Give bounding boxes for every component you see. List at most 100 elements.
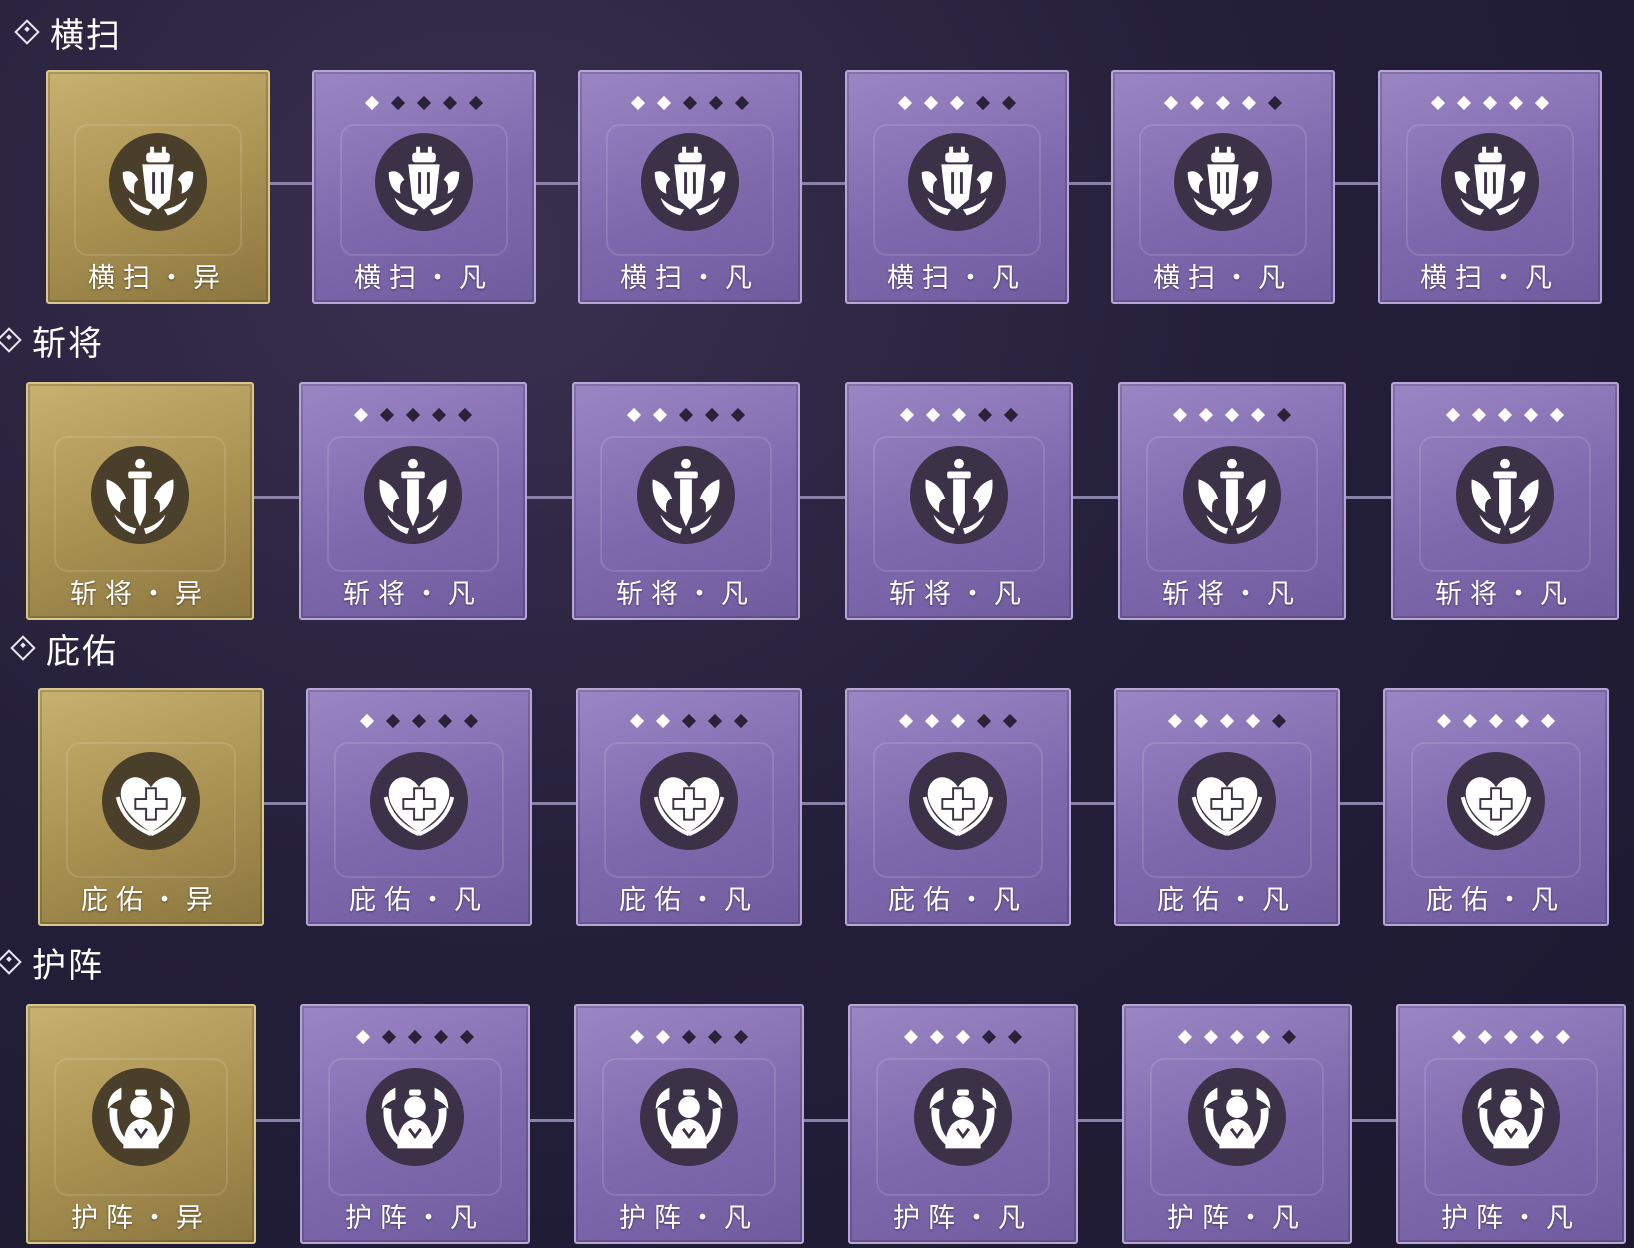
card-label: 庇佑・异 [81, 885, 221, 916]
skill-card-common[interactable]: 斩将・凡 [1118, 382, 1346, 620]
heart-cross-icon [102, 752, 200, 850]
skill-card-common[interactable]: 斩将・凡 [845, 382, 1073, 620]
filled-diamond-icon [1477, 1029, 1493, 1045]
skill-card-common[interactable]: 斩将・凡 [299, 382, 527, 620]
skill-card-common[interactable]: 横扫・凡 [845, 70, 1069, 304]
empty-diamond-icon [1271, 713, 1287, 729]
filled-diamond-icon [1540, 713, 1556, 729]
progression-connector [804, 1119, 848, 1122]
filled-diamond-icon [1167, 713, 1183, 729]
section-title: 庇佑 [10, 626, 118, 672]
sweep-helmet-icon [1174, 133, 1272, 231]
skill-card-common[interactable]: 横扫・凡 [1111, 70, 1335, 304]
star-level-pips [1380, 95, 1600, 111]
heart-cross-icon [640, 752, 738, 850]
empty-diamond-icon [704, 407, 720, 423]
skill-card-common[interactable]: 护阵・凡 [574, 1004, 804, 1244]
progression-connector [1078, 1119, 1122, 1122]
star-level-pips [850, 1029, 1076, 1045]
card-label: 横扫・凡 [1420, 263, 1560, 294]
filled-diamond-icon [353, 407, 369, 423]
filled-diamond-icon [1198, 407, 1214, 423]
star-level-pips [847, 407, 1071, 423]
empty-diamond-icon [976, 713, 992, 729]
filled-diamond-icon [1436, 713, 1452, 729]
progression-connector [1340, 802, 1383, 805]
progression-connector [270, 182, 312, 185]
progression-connector [1073, 496, 1118, 499]
section-title: 斩将 [0, 318, 104, 364]
sword-flame-icon [364, 446, 462, 544]
skill-card-rare[interactable]: 斩将・异 [26, 382, 254, 620]
filled-diamond-icon [1555, 1029, 1571, 1045]
empty-diamond-icon [459, 1029, 475, 1045]
filled-diamond-icon [1172, 407, 1188, 423]
empty-diamond-icon [379, 407, 395, 423]
filled-diamond-icon [359, 713, 375, 729]
empty-diamond-icon [433, 1029, 449, 1045]
empty-diamond-icon [431, 407, 447, 423]
skill-card-common[interactable]: 横扫・凡 [578, 70, 802, 304]
skill-card-common[interactable]: 斩将・凡 [572, 382, 800, 620]
sweep-helmet-icon [908, 133, 1006, 231]
filled-diamond-icon [1224, 407, 1240, 423]
filled-diamond-icon [951, 407, 967, 423]
skill-card-common[interactable]: 斩将・凡 [1391, 382, 1619, 620]
filled-diamond-icon [898, 713, 914, 729]
progression-connector [802, 802, 845, 805]
skill-card-common[interactable]: 横扫・凡 [1378, 70, 1602, 304]
star-level-pips [847, 713, 1069, 729]
card-label: 斩将・凡 [1162, 579, 1302, 610]
empty-diamond-icon [1276, 407, 1292, 423]
section-title-text: 斩将 [32, 323, 104, 364]
star-level-pips [1393, 407, 1617, 423]
guardian-figure-icon [1188, 1068, 1286, 1166]
filled-diamond-icon [655, 1029, 671, 1045]
card-label: 护阵・凡 [345, 1203, 485, 1234]
skill-card-common[interactable]: 庇佑・凡 [845, 688, 1071, 926]
skill-card-common[interactable]: 护阵・凡 [1122, 1004, 1352, 1244]
filled-diamond-icon [1456, 95, 1472, 111]
filled-diamond-icon [899, 407, 915, 423]
empty-diamond-icon [416, 95, 432, 111]
skill-card-common[interactable]: 庇佑・凡 [306, 688, 532, 926]
skill-card-rare[interactable]: 护阵・异 [26, 1004, 256, 1244]
progression-connector [1335, 182, 1378, 185]
filled-diamond-icon [364, 95, 380, 111]
filled-diamond-icon [1445, 407, 1461, 423]
card-label: 庇佑・凡 [1426, 885, 1566, 916]
star-level-pips [1116, 713, 1338, 729]
filled-diamond-icon [656, 95, 672, 111]
star-level-pips [1113, 95, 1333, 111]
skill-card-rare[interactable]: 庇佑・异 [38, 688, 264, 926]
filled-diamond-icon [897, 95, 913, 111]
filled-diamond-icon [1462, 713, 1478, 729]
skill-card-common[interactable]: 庇佑・凡 [1383, 688, 1609, 926]
skill-card-common[interactable]: 庇佑・凡 [576, 688, 802, 926]
filled-diamond-icon [1177, 1029, 1193, 1045]
empty-diamond-icon [405, 407, 421, 423]
diamond-bullet-icon [14, 19, 40, 45]
skill-card-common[interactable]: 横扫・凡 [312, 70, 536, 304]
filled-diamond-icon [1514, 713, 1530, 729]
filled-diamond-icon [1549, 407, 1565, 423]
skill-card-common[interactable]: 庇佑・凡 [1114, 688, 1340, 926]
star-level-pips [578, 713, 800, 729]
filled-diamond-icon [1482, 95, 1498, 111]
filled-diamond-icon [955, 1029, 971, 1045]
skill-card-rare[interactable]: 横扫・异 [46, 70, 270, 304]
star-level-pips [1398, 1029, 1624, 1045]
skill-card-common[interactable]: 护阵・凡 [1396, 1004, 1626, 1244]
progression-connector [256, 1119, 300, 1122]
card-label: 横扫・异 [88, 263, 228, 294]
card-label: 护阵・凡 [1167, 1203, 1307, 1234]
skill-card-common[interactable]: 护阵・凡 [300, 1004, 530, 1244]
filled-diamond-icon [630, 95, 646, 111]
filled-diamond-icon [925, 407, 941, 423]
filled-diamond-icon [1529, 1029, 1545, 1045]
filled-diamond-icon [1255, 1029, 1271, 1045]
filled-diamond-icon [1245, 713, 1261, 729]
sword-flame-icon [1183, 446, 1281, 544]
skill-card-common[interactable]: 护阵・凡 [848, 1004, 1078, 1244]
empty-diamond-icon [730, 407, 746, 423]
